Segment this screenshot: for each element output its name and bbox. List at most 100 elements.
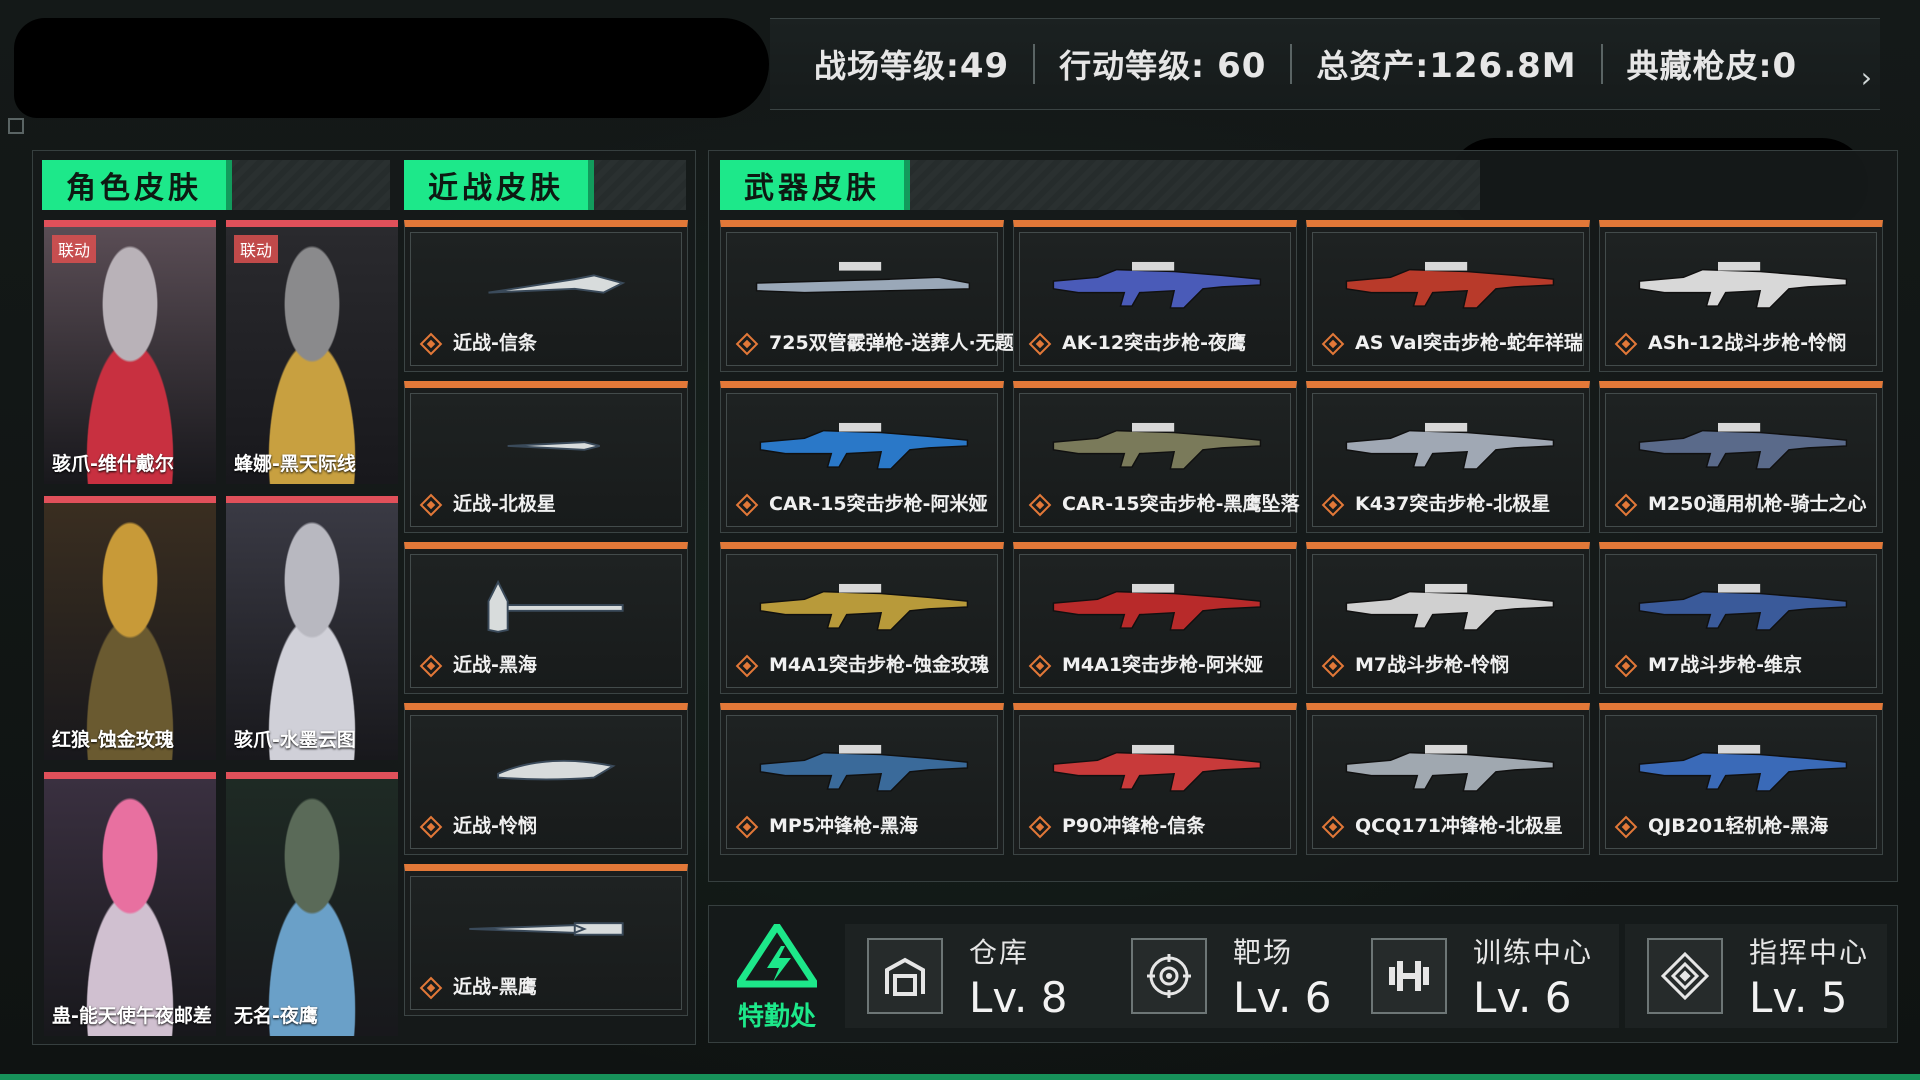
character-portrait <box>226 227 398 484</box>
character-skin-card[interactable]: 联动蜂娜-黑天际线 <box>226 220 398 484</box>
character-portrait <box>44 779 216 1036</box>
special-ops-logo[interactable]: 特勤处 <box>729 919 825 1034</box>
skin-preview <box>431 410 661 480</box>
skin-preview <box>431 571 661 641</box>
logo-label: 特勤处 <box>737 1002 816 1032</box>
facility-command[interactable]: 指挥中心 Lv. 5 <box>1625 924 1887 1028</box>
collab-badge: 联动 <box>234 235 279 263</box>
skin-name: AK-12突击步枪-夜鹰 <box>1062 332 1246 354</box>
rarity-diamond-icon <box>1321 815 1345 839</box>
weapon-skin-card[interactable]: P90冲锋枪-信条 <box>1013 703 1297 855</box>
skin-name: 近战-黑鹰 <box>453 976 537 998</box>
triangle-logo-icon <box>732 919 822 988</box>
command-icon <box>1647 938 1723 1014</box>
rarity-diamond-icon <box>419 815 443 839</box>
rarity-diamond-icon <box>1614 654 1638 678</box>
skin-name: ASh-12战斗步枪-怜悯 <box>1648 332 1847 354</box>
skin-preview <box>747 410 977 480</box>
character-skin-name: 骇爪-水墨云图 <box>234 729 356 751</box>
melee-skin-card[interactable]: 近战-怜悯 <box>404 703 688 855</box>
facility-level: Lv. 6 <box>1233 972 1332 1022</box>
rarity-diamond-icon <box>1028 654 1052 678</box>
collection-skins: 典藏枪皮:0 <box>1626 46 1798 86</box>
facility-range[interactable]: 靶场 Lv. 6 <box>1109 924 1359 1028</box>
skin-name: 725双管霰弹枪-送葬人·无题密令 <box>769 332 1052 354</box>
weapon-skin-card[interactable]: M7战斗步枪-维京 <box>1599 542 1883 694</box>
character-skin-card[interactable]: 蛊-能天使午夜邮差 <box>44 772 216 1036</box>
character-skin-name: 蜂娜-黑天际线 <box>234 453 356 475</box>
melee-skin-card[interactable]: 近战-信条 <box>404 220 688 372</box>
weapon-skin-card[interactable]: CAR-15突击步枪-阿米娅 <box>720 381 1004 533</box>
skin-name: M4A1突击步枪-阿米娅 <box>1062 654 1263 676</box>
melee-skin-card[interactable]: 近战-黑鹰 <box>404 864 688 1016</box>
rarity-diamond-icon <box>419 976 443 1000</box>
weapon-skin-card[interactable]: M4A1突击步枪-蚀金玫瑰 <box>720 542 1004 694</box>
skin-name: QCQ171冲锋枪-北极星 <box>1355 815 1563 837</box>
rarity-diamond-icon <box>735 654 759 678</box>
weapon-skin-card[interactable]: CAR-15突击步枪-黑鹰坠落 <box>1013 381 1300 533</box>
weapon-skin-card[interactable]: QCQ171冲锋枪-北极星 <box>1306 703 1590 855</box>
weapon-skin-card[interactable]: AS Val突击步枪-蛇年祥瑞 <box>1306 220 1590 372</box>
skin-preview <box>431 893 661 963</box>
tab-weapon-skins[interactable]: 武器皮肤 <box>720 160 1480 210</box>
weapon-skin-card[interactable]: 725双管霰弹枪-送葬人·无题密令 <box>720 220 1052 372</box>
rarity-diamond-icon <box>1028 332 1052 356</box>
skin-preview <box>1040 732 1270 802</box>
rarity-diamond-icon <box>1614 332 1638 356</box>
melee-skin-card[interactable]: 近战-北极星 <box>404 381 688 533</box>
tab-character-skins[interactable]: 角色皮肤 <box>42 160 390 210</box>
rarity-diamond-icon <box>1321 332 1345 356</box>
skin-preview <box>431 732 661 802</box>
skin-preview <box>1626 410 1856 480</box>
weapon-skin-card[interactable]: M4A1突击步枪-阿米娅 <box>1013 542 1297 694</box>
operation-level: 行动等级: 60 <box>1059 46 1267 86</box>
rarity-diamond-icon <box>1321 493 1345 517</box>
rarity-diamond-icon <box>1614 815 1638 839</box>
character-skin-card[interactable]: 红狼-蚀金玫瑰 <box>44 496 216 760</box>
character-portrait <box>226 503 398 760</box>
rarity-diamond-icon <box>1614 493 1638 517</box>
total-assets: 总资产:126.8M <box>1316 46 1577 86</box>
tab-weapon-label: 武器皮肤 <box>720 160 910 210</box>
weapon-skin-card[interactable]: QJB201轻机枪-黑海 <box>1599 703 1883 855</box>
skin-name: 近战-怜悯 <box>453 815 537 837</box>
warehouse-icon <box>867 938 943 1014</box>
chevron-right-icon[interactable]: › <box>1861 61 1872 94</box>
character-skin-card[interactable]: 联动 骇爪-维什戴尔 <box>44 220 216 484</box>
melee-skin-card[interactable]: 近战-黑海 <box>404 542 688 694</box>
facility-warehouse[interactable]: 仓库 Lv. 8 <box>845 924 1115 1028</box>
tab-character-label: 角色皮肤 <box>42 160 232 210</box>
skin-preview <box>747 571 977 641</box>
skin-name: M7战斗步枪-怜悯 <box>1355 654 1510 676</box>
weapon-skin-card[interactable]: M7战斗步枪-怜悯 <box>1306 542 1590 694</box>
weapon-skin-card[interactable]: AK-12突击步枪-夜鹰 <box>1013 220 1297 372</box>
weapon-skin-card[interactable]: K437突击步枪-北极星 <box>1306 381 1590 533</box>
facility-name: 训练中心 <box>1473 935 1594 969</box>
skin-name: 近战-北极星 <box>453 493 556 515</box>
skin-preview <box>1626 571 1856 641</box>
skin-name: CAR-15突击步枪-黑鹰坠落 <box>1062 493 1300 515</box>
weapon-skin-card[interactable]: ASh-12战斗步枪-怜悯 <box>1599 220 1883 372</box>
character-portrait <box>44 227 216 484</box>
weapon-skin-card[interactable]: MP5冲锋枪-黑海 <box>720 703 1004 855</box>
redacted-player-name <box>14 18 769 118</box>
corner-marker <box>8 118 24 134</box>
skin-preview <box>747 249 977 319</box>
tab-melee-skins[interactable]: 近战皮肤 <box>404 160 686 210</box>
weapon-skin-card[interactable]: M250通用机枪-骑士之心 <box>1599 381 1883 533</box>
facility-training[interactable]: 训练中心 Lv. 6 <box>1349 924 1619 1028</box>
skin-name: M4A1突击步枪-蚀金玫瑰 <box>769 654 989 676</box>
rarity-diamond-icon <box>735 815 759 839</box>
skin-name: M7战斗步枪-维京 <box>1648 654 1803 676</box>
character-skin-card[interactable]: 无名-夜鹰 <box>226 772 398 1036</box>
character-skin-card[interactable]: 骇爪-水墨云图 <box>226 496 398 760</box>
character-skin-name: 无名-夜鹰 <box>234 1005 318 1027</box>
rarity-diamond-icon <box>1321 654 1345 678</box>
skin-preview <box>747 732 977 802</box>
facility-name: 仓库 <box>969 935 1030 969</box>
facility-name: 靶场 <box>1233 935 1294 969</box>
skin-preview <box>1333 732 1563 802</box>
skin-name: AS Val突击步枪-蛇年祥瑞 <box>1355 332 1583 354</box>
rarity-diamond-icon <box>419 654 443 678</box>
skin-name: 近战-黑海 <box>453 654 537 676</box>
